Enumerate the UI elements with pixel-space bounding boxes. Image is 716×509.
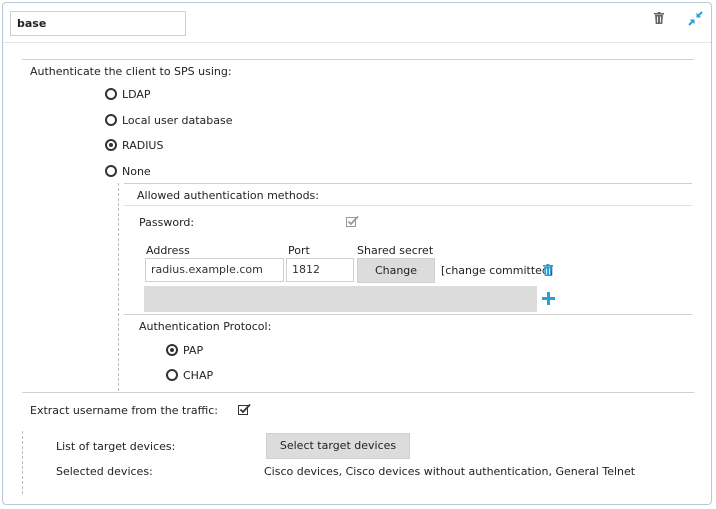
port-column-header: Port: [288, 244, 310, 257]
compress-arrows-icon[interactable]: [688, 11, 703, 26]
header-divider: [3, 42, 711, 43]
local-db-option-label: Local user database: [122, 114, 233, 127]
change-status-text: [change committed]: [441, 264, 554, 277]
new-server-row-placeholder: [144, 286, 537, 312]
extract-divider: [22, 392, 694, 393]
protocol-divider: [124, 314, 692, 315]
password-label: Password:: [139, 216, 195, 229]
allowed-methods-underline: [124, 205, 692, 206]
targets-indent-guide: [22, 431, 23, 494]
change-secret-button[interactable]: Change: [357, 258, 435, 283]
target-devices-label: List of target devices:: [56, 440, 176, 453]
none-radio[interactable]: [105, 165, 117, 177]
chap-option-label: CHAP: [183, 369, 214, 382]
extract-username-label: Extract username from the traffic:: [30, 404, 218, 417]
local-db-radio[interactable]: [105, 114, 117, 126]
plus-icon[interactable]: [542, 292, 555, 305]
selected-devices-value: Cisco devices, Cisco devices without aut…: [264, 465, 636, 478]
radius-port-input[interactable]: 1812: [286, 258, 354, 282]
radius-option-label: RADIUS: [122, 139, 164, 152]
policy-name-input[interactable]: base: [10, 11, 186, 36]
allowed-methods-divider: [124, 183, 692, 184]
select-target-devices-button[interactable]: Select target devices: [266, 433, 410, 459]
trash-icon[interactable]: [543, 264, 553, 276]
password-checkbox-icon[interactable]: [346, 215, 359, 227]
extract-username-checkbox-icon[interactable]: [238, 403, 251, 415]
address-column-header: Address: [146, 244, 190, 257]
section-divider: [22, 59, 694, 60]
ldap-radio[interactable]: [105, 88, 117, 100]
none-option-label: None: [122, 165, 151, 178]
chap-radio[interactable]: [166, 369, 178, 381]
pap-radio[interactable]: [166, 344, 178, 356]
radius-indent-guide: [118, 183, 119, 391]
ldap-option-label: LDAP: [122, 88, 151, 101]
trash-icon[interactable]: [654, 12, 664, 24]
auth-method-label: Authenticate the client to SPS using:: [30, 65, 232, 78]
radius-radio[interactable]: [105, 139, 117, 151]
pap-option-label: PAP: [183, 344, 204, 357]
secret-column-header: Shared secret: [357, 244, 434, 257]
auth-protocol-label: Authentication Protocol:: [139, 320, 272, 333]
selected-devices-label: Selected devices:: [56, 465, 153, 478]
radius-address-input[interactable]: radius.example.com: [145, 258, 284, 282]
allowed-methods-label: Allowed authentication methods:: [137, 189, 319, 202]
